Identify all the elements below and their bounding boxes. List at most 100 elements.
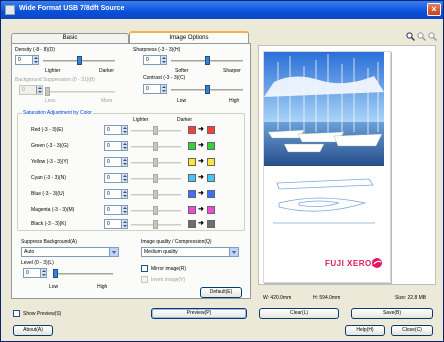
preview-boat-drawing	[273, 178, 375, 224]
saturation-lighter-header: Lighter	[133, 117, 149, 123]
density-label: Density (-8 - 8)(D)	[15, 47, 56, 53]
green-arrow-icon: ➜	[198, 142, 204, 149]
black-spinner[interactable]: 0	[104, 219, 128, 229]
mirror-image-checkbox[interactable]	[141, 265, 148, 272]
contrast-low-label: Low	[177, 98, 187, 104]
suppress-background-label: Suppress Background(A)	[21, 239, 77, 245]
magenta-label: Magenta (-3 - 3)(M)	[31, 207, 75, 213]
black-label: Black (-3 - 3)(K)	[31, 221, 67, 227]
blue-slider[interactable]	[131, 190, 181, 200]
magenta-result-swatch	[207, 206, 215, 214]
fuji-xerox-logo-text: FUJI XEROX	[325, 259, 378, 268]
blue-arrow-icon: ➜	[198, 190, 204, 197]
black-slider[interactable]	[131, 220, 181, 230]
red-swatch	[188, 126, 196, 134]
background-more-label: More	[101, 98, 113, 104]
magenta-arrow-icon: ➜	[198, 206, 204, 213]
show-preview-label: Show Preview(S)	[23, 311, 62, 317]
background-suppression-label: Background Suppression (0 - 31)(B)	[15, 77, 96, 83]
sharpness-softer-label: Softer	[175, 68, 189, 74]
black-arrow-icon: ➜	[198, 220, 204, 227]
level-high-label: High	[97, 284, 108, 290]
fit-page-icon[interactable]	[428, 32, 437, 41]
default-button[interactable]: Default(E)	[200, 287, 242, 298]
show-preview-checkbox[interactable]	[13, 310, 20, 317]
cyan-label: Cyan (-3 - 3)(N)	[31, 175, 67, 181]
cyan-spinner[interactable]: 0	[104, 173, 128, 183]
red-slider[interactable]	[131, 126, 181, 136]
preview-width-text: W: 420.0mm	[263, 295, 292, 301]
contrast-label: Contrast (-3 - 3)(C)	[143, 75, 186, 81]
level-spinner[interactable]: 0	[23, 268, 47, 278]
density-slider[interactable]	[43, 56, 115, 66]
scanner-dialog-window: Wide Format USB 7/8dft Source × Basic Im…	[0, 0, 444, 342]
yellow-slider[interactable]	[131, 158, 181, 168]
blue-swatch	[188, 190, 196, 198]
background-suppression-slider	[45, 87, 115, 97]
help-button[interactable]: Help(H)	[345, 325, 385, 336]
level-label: Level (0 - 3)(L)	[21, 260, 54, 266]
level-low-label: Low	[49, 284, 59, 290]
green-result-swatch	[207, 142, 215, 150]
image-quality-dropdown[interactable]: Medium quality	[141, 247, 239, 257]
red-spinner[interactable]: 0	[104, 125, 128, 135]
image-quality-label: Image quality / Compression(Q)	[141, 239, 212, 245]
preview-harbor-image	[264, 52, 384, 166]
preview-size-text: Size: 22.8 MB	[395, 295, 427, 301]
green-spinner[interactable]: 0	[104, 141, 128, 151]
clear-button[interactable]: Clear(L)	[259, 308, 339, 319]
background-less-label: Less	[45, 98, 56, 104]
save-button[interactable]: Save(B)	[351, 308, 433, 319]
suppress-background-dropdown[interactable]: Auto	[21, 247, 119, 257]
density-darker-label: Darker	[99, 68, 115, 74]
cyan-arrow-icon: ➜	[198, 174, 204, 181]
magenta-slider[interactable]	[131, 206, 181, 216]
zoom-in-icon[interactable]	[406, 32, 415, 41]
blue-result-swatch	[207, 190, 215, 198]
invert-image-checkbox	[141, 276, 148, 283]
yellow-label: Yellow (-3 - 3)(Y)	[31, 159, 69, 165]
magenta-spinner[interactable]: 0	[104, 205, 128, 215]
sharpness-spinner[interactable]: 0	[143, 55, 167, 65]
saturation-group-title: Saturation Adjustment by Color	[22, 110, 93, 116]
black-swatch	[188, 220, 196, 228]
close-window-button[interactable]: ×	[427, 3, 441, 16]
app-icon	[5, 5, 15, 15]
tab-basic[interactable]: Basic	[11, 33, 129, 43]
window-title: Wide Format USB 7/8dft Source	[19, 5, 125, 12]
density-spinner[interactable]: 0	[15, 55, 39, 65]
cyan-swatch	[188, 174, 196, 182]
contrast-slider[interactable]	[171, 85, 243, 95]
about-button[interactable]: About(A)	[13, 325, 53, 336]
green-swatch	[188, 142, 196, 150]
density-lighter-label: Lighter	[45, 68, 61, 74]
close-button[interactable]: Close(C)	[391, 325, 433, 336]
tab-image-options[interactable]: Image Options	[129, 31, 249, 43]
cyan-slider[interactable]	[131, 174, 181, 184]
blue-label: Blue (-3 - 3)(U)	[31, 191, 65, 197]
yellow-result-swatch	[207, 158, 215, 166]
saturation-darker-header: Darker	[177, 117, 193, 123]
sharpness-label: Sharpness (-3 - 3)(H)	[133, 47, 181, 53]
red-label: Red (-3 - 3)(E)	[31, 127, 64, 133]
yellow-spinner[interactable]: 0	[104, 157, 128, 167]
fuji-xerox-logo-mark	[372, 258, 382, 268]
mirror-image-label: Mirror image(R)	[151, 266, 186, 272]
black-result-swatch	[207, 220, 215, 228]
zoom-out-icon[interactable]	[417, 32, 426, 41]
contrast-spinner[interactable]: 0	[143, 84, 167, 94]
preview-button[interactable]: Preview(P)	[151, 308, 247, 319]
level-slider[interactable]	[53, 269, 113, 279]
green-slider[interactable]	[131, 142, 181, 152]
title-bar[interactable]: Wide Format USB 7/8dft Source ×	[1, 1, 443, 19]
cyan-result-swatch	[207, 174, 215, 182]
blue-spinner[interactable]: 0	[104, 189, 128, 199]
red-result-swatch	[207, 126, 215, 134]
yellow-arrow-icon: ➜	[198, 158, 204, 165]
magenta-swatch	[188, 206, 196, 214]
preview-height-text: H: 594.0mm	[313, 295, 341, 301]
red-arrow-icon: ➜	[198, 126, 204, 133]
invert-image-label: Invert image(V)	[151, 277, 186, 283]
sharpness-slider[interactable]	[171, 56, 243, 66]
contrast-high-label: High	[229, 98, 240, 104]
